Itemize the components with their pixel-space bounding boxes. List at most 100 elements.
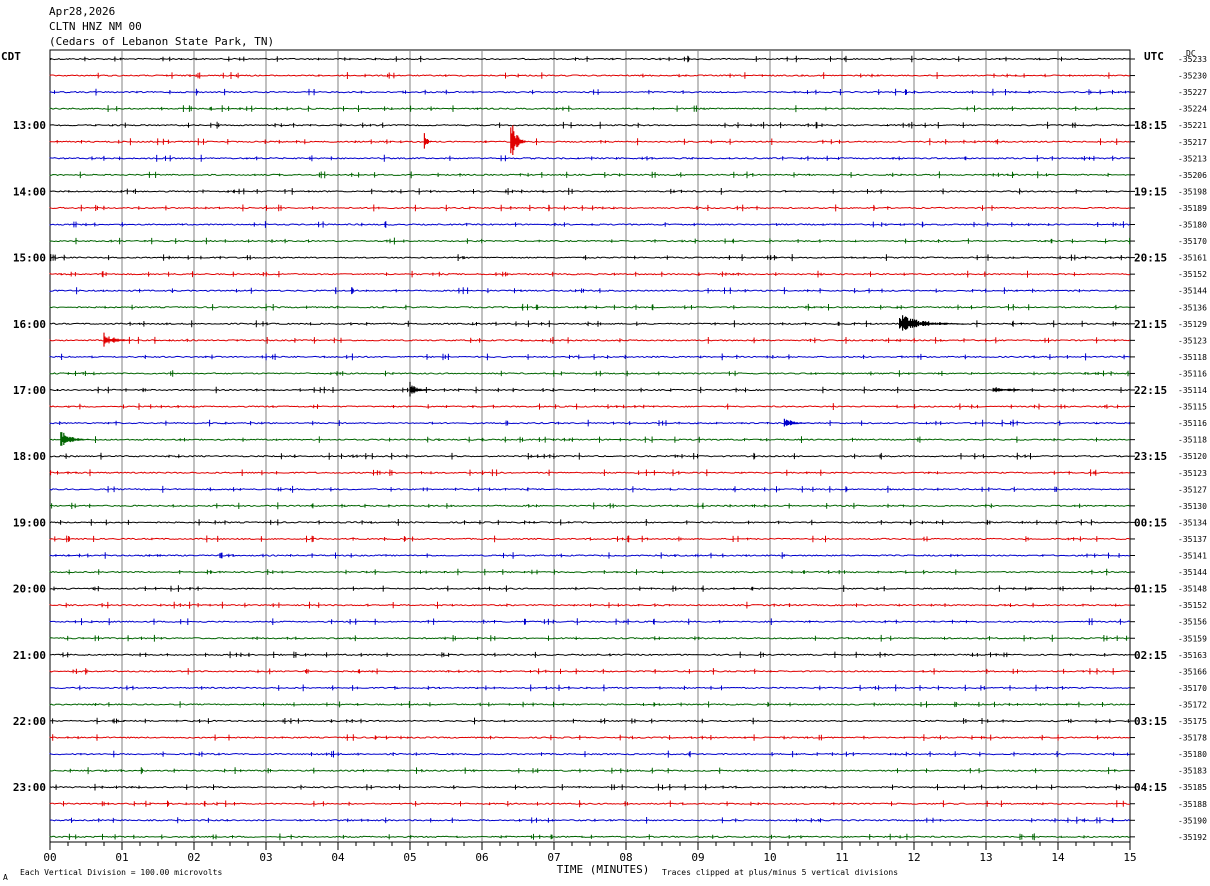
- dc-offset-label: -35189: [1178, 204, 1207, 213]
- trace-row: [49, 173, 1131, 177]
- scale-note: Each Vertical Division = 100.00 microvol…: [20, 868, 223, 877]
- dc-offset-label: -35116: [1178, 369, 1207, 378]
- x-tick-label: 04: [331, 851, 345, 864]
- dc-offset-label: -35118: [1178, 436, 1207, 445]
- trace-row: [49, 521, 1131, 524]
- dc-offset-label: -35175: [1178, 717, 1207, 726]
- trace-row: [49, 587, 1131, 590]
- trace-row: [49, 454, 1131, 458]
- x-tick-label: 13: [979, 851, 992, 864]
- hour-label-left: 17:00: [13, 384, 46, 397]
- trace-row: [49, 140, 1131, 143]
- trace-row: [49, 124, 1131, 127]
- trace-row: [49, 57, 1131, 61]
- dc-offset-label: -35118: [1178, 353, 1207, 362]
- x-tick-label: 10: [763, 851, 776, 864]
- trace-row: [49, 719, 1131, 723]
- dc-offset-label: -35129: [1178, 320, 1207, 329]
- trace-row: [49, 206, 1131, 210]
- dc-offset-label: -35224: [1178, 105, 1207, 114]
- dc-offset-label: -35185: [1178, 783, 1207, 792]
- dc-offset-label: -35170: [1178, 684, 1207, 693]
- trace-row: [49, 322, 1131, 326]
- trace-row: [49, 90, 1131, 94]
- trace-row: [49, 289, 1131, 292]
- trace-row: [49, 802, 1131, 805]
- trace-row: [49, 471, 1131, 474]
- plot-grid: [49, 49, 1135, 850]
- trace-row: [49, 421, 1131, 425]
- trace-row: [49, 752, 1130, 756]
- x-tick-label: 12: [907, 851, 920, 864]
- dc-offset-label: -35130: [1178, 502, 1207, 511]
- x-tick-label: 01: [115, 851, 128, 864]
- hour-label-right: 19:15: [1134, 185, 1167, 198]
- dc-offset-label: -35180: [1178, 221, 1207, 230]
- dc-offset-label: -35163: [1178, 651, 1207, 660]
- hour-label-right: 04:15: [1134, 781, 1167, 794]
- trace-row: [49, 653, 1131, 657]
- dc-offset-label: -35198: [1178, 187, 1207, 196]
- hour-label-left: 21:00: [13, 649, 46, 662]
- dc-offset-label: -35183: [1178, 767, 1207, 776]
- x-tick-label: 02: [187, 851, 200, 864]
- trace-row: [49, 107, 1131, 110]
- dc-offset-label: -35230: [1178, 72, 1207, 81]
- hour-label-left: 15:00: [13, 252, 46, 265]
- trace-row: [49, 388, 1130, 392]
- dc-offset-label: -35172: [1178, 700, 1207, 709]
- trace-row: [49, 306, 1131, 309]
- dc-offset-label: -35136: [1178, 303, 1207, 312]
- x-tick-label: 00: [43, 851, 56, 864]
- trace-row: [49, 620, 1131, 623]
- trace-row: [49, 736, 1131, 739]
- dc-offset-label: -35116: [1178, 419, 1207, 428]
- dc-offset-label: -35161: [1178, 254, 1207, 263]
- trace-row: [49, 74, 1131, 77]
- dc-offset-label: -35188: [1178, 800, 1207, 809]
- trace-row: [49, 835, 1131, 839]
- dc-offset-label: -35180: [1178, 750, 1207, 759]
- trace-row: [49, 703, 1130, 706]
- hour-label-right: 00:15: [1134, 516, 1167, 529]
- seismic-event: [899, 315, 965, 331]
- hour-label-left: 22:00: [13, 715, 46, 728]
- hour-label-right: 03:15: [1134, 715, 1167, 728]
- dc-offset-label: -35170: [1178, 237, 1207, 246]
- trace-row: [49, 554, 1131, 557]
- x-tick-label: 06: [475, 851, 488, 864]
- trace-layer: [49, 55, 1131, 841]
- dc-offset-label: -35233: [1178, 55, 1207, 64]
- trace-row: [49, 785, 1131, 789]
- trace-row: [49, 819, 1131, 822]
- trace-row: [49, 769, 1131, 772]
- trace-row: [49, 686, 1131, 690]
- seismic-event: [510, 125, 526, 155]
- trace-row: [49, 223, 1131, 226]
- hour-label-left: 20:00: [13, 583, 46, 596]
- dc-offset-label: -35221: [1178, 121, 1207, 130]
- dc-offset-label: -35166: [1178, 667, 1207, 676]
- trace-row: [49, 372, 1131, 375]
- dc-offset-label: -35227: [1178, 88, 1207, 97]
- trace-row: [49, 339, 1131, 342]
- hour-label-left: 23:00: [13, 781, 46, 794]
- dc-offset-label: -35152: [1178, 270, 1207, 279]
- trace-row: [49, 190, 1131, 193]
- dc-offset-label: -35148: [1178, 585, 1207, 594]
- corner-mark: A: [3, 873, 8, 882]
- hour-label-right: 20:15: [1134, 252, 1167, 265]
- trace-row: [49, 405, 1131, 408]
- hour-label-right: 02:15: [1134, 649, 1167, 662]
- dc-offset-label: -35213: [1178, 154, 1207, 163]
- dc-offset-label: -35127: [1178, 485, 1207, 494]
- dc-offset-label: -35206: [1178, 171, 1207, 180]
- dc-offset-label: -35156: [1178, 618, 1207, 627]
- seismic-event: [60, 432, 90, 446]
- label-layer: 00 01 02 03 04 05 06 07 08 09 10 11 12 13 14 15-35233-3…: [13, 55, 1207, 864]
- x-tick-label: 03: [259, 851, 272, 864]
- plot-frame: [49, 49, 1131, 843]
- hour-label-left: 16:00: [13, 318, 46, 331]
- dc-offset-label: -35120: [1178, 452, 1207, 461]
- x-tick-label: 05: [403, 851, 416, 864]
